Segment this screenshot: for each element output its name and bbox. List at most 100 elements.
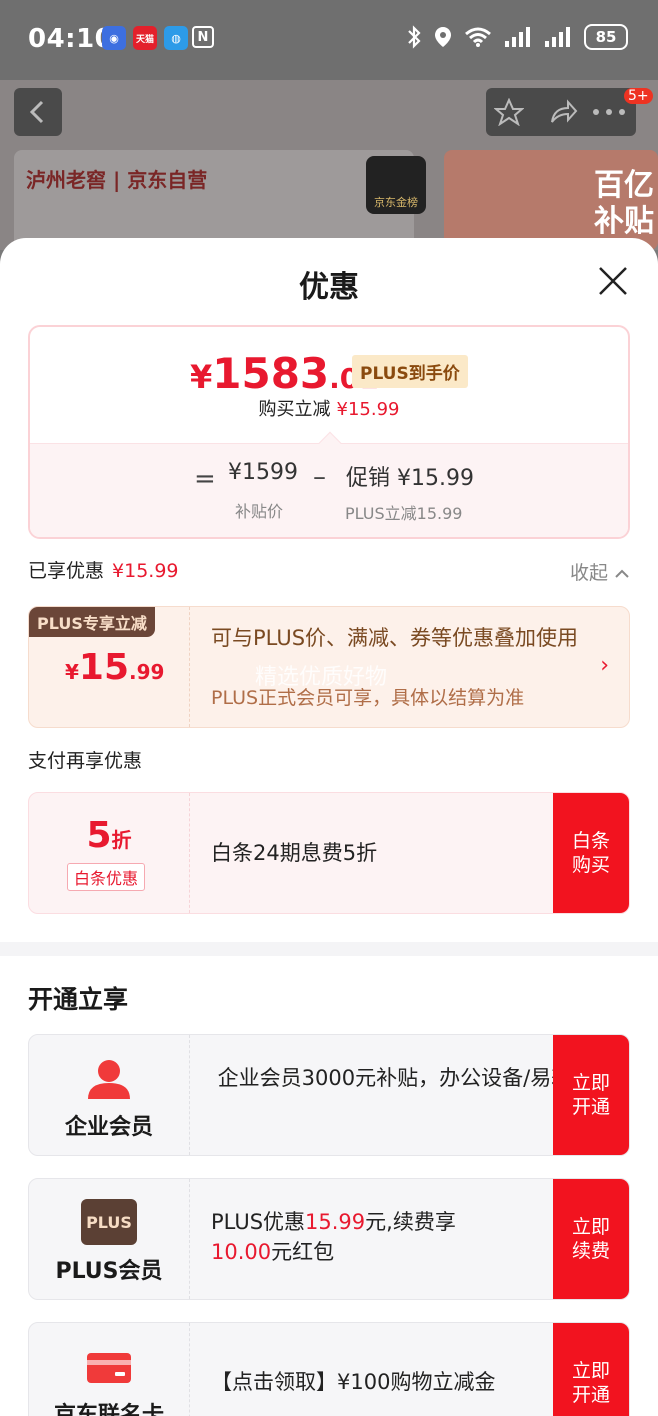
open-enterprise-button[interactable]: 立即开通 [553,1035,629,1155]
bluetooth-icon [408,25,421,49]
notification-badge: 5+ [624,88,653,104]
promo-label: PLUS立减15.99 [345,504,463,523]
person-icon [88,1060,130,1099]
close-icon[interactable] [596,264,630,298]
share-icon[interactable] [548,98,578,126]
collapse-label: 收起 [569,562,608,584]
price-formula: = ¥1599 补贴价 – 促销 ¥15.99 PLUS立减15.99 [30,443,628,537]
baitiao-rate-number: 5 [86,815,112,856]
clock: 04:10 [28,24,114,54]
plus-amount: ¥15.99 [65,647,164,688]
credit-card-icon [87,1353,131,1383]
member-description: 【点击领取】¥100购物立减金 [211,1370,496,1394]
subsidy-text: 百亿 补贴 [594,168,654,239]
desc-part: 元,续费享 [365,1210,456,1234]
renew-plus-button[interactable]: 立即续费 [553,1179,629,1299]
equals-sign: = [194,464,216,494]
back-button[interactable] [14,88,62,136]
subsidy-price-label: 补贴价 [235,502,284,521]
price-top: ¥1583.01 PLUS到手价 购买立减¥15.99 [30,327,628,443]
open-cobrand-label: 立即开通 [571,1360,610,1406]
app-notification-icon: ◉ [102,26,126,50]
divider [189,607,190,727]
price-integer: 1583 [212,349,330,398]
baitiao-text: 白条24期息费5折 [211,841,378,865]
enjoyed-label: 已享优惠 [28,560,105,582]
final-price: ¥1583.01 [190,349,379,398]
baitiao-card: 5折 白条优惠 白条24期息费5折 白条购买 [28,792,630,914]
brand-text: 泸州老窖 | 京东自营 [26,168,208,192]
baitiao-rate: 5折 [29,815,189,856]
plus-amount-yen: ¥ [65,660,79,684]
divider [189,1035,190,1155]
baitiao-buy-button[interactable]: 白条购买 [553,793,629,913]
divider [189,1323,190,1416]
signal-icon [505,27,530,47]
chevron-left-icon [29,100,44,124]
member-name: 京东联名卡 [53,1403,164,1416]
wifi-icon [465,27,491,47]
enjoyed-value: ¥15.99 [112,560,179,582]
open-cobrand-button[interactable]: 立即开通 [553,1323,629,1416]
member-name: 企业会员 [64,1115,153,1140]
plus-exclusive-tag: PLUS专享立减 [29,607,155,637]
gold-list-badge: 京东金榜 [366,156,426,214]
divider [189,793,190,913]
price-breakdown-card: ¥1583.01 PLUS到手价 购买立减¥15.99 = ¥1599 补贴价 … [28,325,630,539]
reduce-label: 购买立减 [258,399,331,420]
reduce-value: ¥15.99 [336,399,400,420]
star-icon[interactable] [494,98,524,126]
open-section-title: 开通立享 [28,985,129,1014]
desc-amount: 15.99 [305,1210,366,1234]
plus-description: 可与PLUS价、满减、券等优惠叠加使用 [211,626,579,650]
member-left: PLUS PLUS会员 [29,1179,189,1299]
subsidy-banner: 百亿 补贴 [444,150,658,250]
member-left: 京东联名卡 [29,1323,189,1416]
enjoyed-discount: 已享优惠 ¥15.99 [28,556,179,583]
renew-plus-label: 立即续费 [571,1216,610,1262]
plus-price-tag: PLUS到手价 [352,355,468,388]
chevron-up-icon [615,569,629,578]
subsidy-price: ¥1599 [228,460,298,485]
member-description: 企业会员3000元补贴，办公设备/易耗品一站式采购! [217,1066,629,1090]
desc-part: PLUS优惠 [211,1210,306,1234]
promo-value: 促销 ¥15.99 [346,466,474,491]
plus-subtext: PLUS正式会员可享，具体以结算为准 [211,687,525,709]
plus-amount-dec: .99 [129,660,165,684]
pay-discount-title: 支付再享优惠 [28,750,143,772]
sheet-title: 优惠 [299,270,359,305]
plus-member-card: PLUS PLUS会员 PLUS优惠15.99元,续费享 10.00元红包 立即续… [28,1178,630,1300]
discount-sheet: 优惠 ¥1583.01 PLUS到手价 购买立减¥15.99 = ¥1599 补… [0,238,658,1416]
status-icons: 85 [406,24,628,50]
baitiao-tag: 白条优惠 [67,863,146,891]
desc-red-packet: 10.00 [211,1240,272,1264]
top-toolbar [486,88,636,136]
member-left: 企业会员 [29,1035,189,1155]
baitiao-discount: 5折 白条优惠 [29,793,189,913]
location-icon [435,27,451,47]
chevron-right-icon: › [600,653,609,678]
brand-banner: 泸州老窖 | 京东自营 [14,150,414,250]
instant-reduction: 购买立减 ¥15.99 [30,395,628,421]
member-name: PLUS会员 [55,1259,163,1284]
price-yen: ¥ [190,358,213,396]
plus-exclusive-card[interactable]: PLUS专享立减 ¥15.99 可与PLUS价、满减、券等优惠叠加使用 精选优质… [28,606,630,728]
enterprise-member-card: 企业会员 企业会员3000元补贴，办公设备/易耗品一站式采购! 立即开通 [28,1034,630,1156]
desc-part: 元红包 [271,1240,335,1264]
baitiao-buy-label: 白条购买 [571,830,610,876]
member-description: PLUS优惠15.99元,续费享 10.00元红包 [211,1207,541,1267]
tmall-icon: 天猫 [133,26,157,50]
nfc-icon: N [192,26,214,48]
jd-cobrand-card: 京东联名卡 【点击领取】¥100购物立减金 立即开通 [28,1322,630,1416]
section-divider [0,942,658,956]
plus-amount-int: 15 [78,647,130,688]
cyan-app-icon: ◍ [164,26,188,50]
collapse-toggle[interactable]: 收起 [570,558,630,585]
divider [189,1179,190,1299]
status-bar: 04:10 ◉ 天猫 ◍ N 85 [0,0,658,80]
more-icon[interactable] [592,108,626,116]
battery-indicator: 85 [584,24,628,50]
background-product-page: 5+ 泸州老窖 | 京东自营 京东金榜 百亿 补贴 [0,80,658,250]
plus-logo-icon: PLUS [81,1199,137,1245]
minus-sign: – [313,462,326,492]
